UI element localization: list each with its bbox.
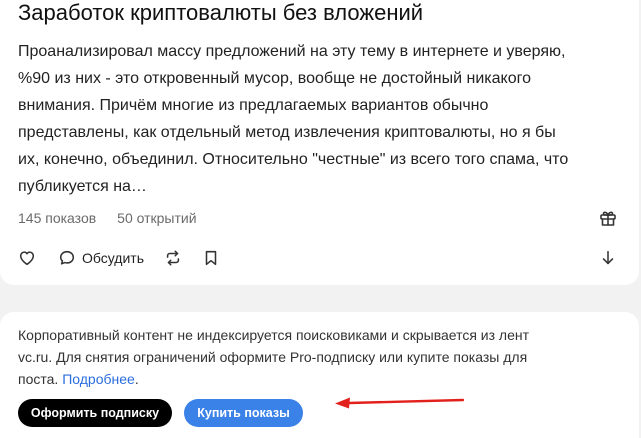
subscribe-button[interactable]: Оформить подписку	[18, 399, 172, 427]
post-excerpt[interactable]: Проанализировал массу предложений на эту…	[18, 38, 618, 200]
notice-line-start: поста.	[18, 371, 59, 387]
excerpt-line: %90 из них - это откровенный мусор, вооб…	[18, 70, 532, 87]
comment-label: Обсудить	[82, 250, 144, 266]
notice-line: Корпоративный контент не индексируется п…	[18, 327, 530, 343]
opens-count: 50 открытий	[117, 210, 197, 226]
post-card: Заработок криптовалюты без вложений Проа…	[0, 0, 639, 285]
heart-icon	[18, 249, 36, 267]
gift-icon[interactable]	[598, 208, 618, 228]
post-actions: Обсудить	[18, 248, 220, 268]
bookmark-icon	[202, 249, 220, 267]
arrow-down-icon[interactable]	[599, 249, 617, 272]
comment-button[interactable]: Обсудить	[58, 249, 144, 267]
notice-line: поста. Подробнее.	[18, 368, 618, 390]
excerpt-line: представлены, как отдельный метод извлеч…	[18, 124, 556, 141]
post-title[interactable]: Заработок криптовалюты без вложений	[18, 0, 423, 28]
excerpt-line: публикуется на…	[18, 178, 147, 195]
post-stats: 145 показов 50 открытий	[18, 210, 197, 226]
notice-text: Корпоративный контент не индексируется п…	[18, 324, 618, 390]
bookmark-button[interactable]	[202, 249, 220, 267]
excerpt-line: внимания. Причём многие из предлагаемых …	[18, 97, 489, 114]
notice-line: vc.ru. Для снятия ограничений оформите P…	[18, 349, 528, 365]
more-link[interactable]: Подробнее	[62, 371, 135, 387]
buy-views-button[interactable]: Купить показы	[184, 399, 303, 427]
repost-button[interactable]	[164, 249, 182, 267]
comment-icon	[58, 249, 76, 267]
red-arrow-annotation	[333, 393, 465, 416]
excerpt-line: их, конечно, объединил. Относительно "че…	[18, 151, 569, 168]
corporate-notice-panel: Корпоративный контент не индексируется п…	[0, 312, 639, 438]
views-count: 145 показов	[18, 210, 97, 226]
like-button[interactable]	[18, 249, 36, 267]
repost-icon	[164, 249, 182, 267]
excerpt-line: Проанализировал массу предложений на эту…	[18, 43, 566, 60]
notice-line-end: .	[134, 371, 139, 387]
